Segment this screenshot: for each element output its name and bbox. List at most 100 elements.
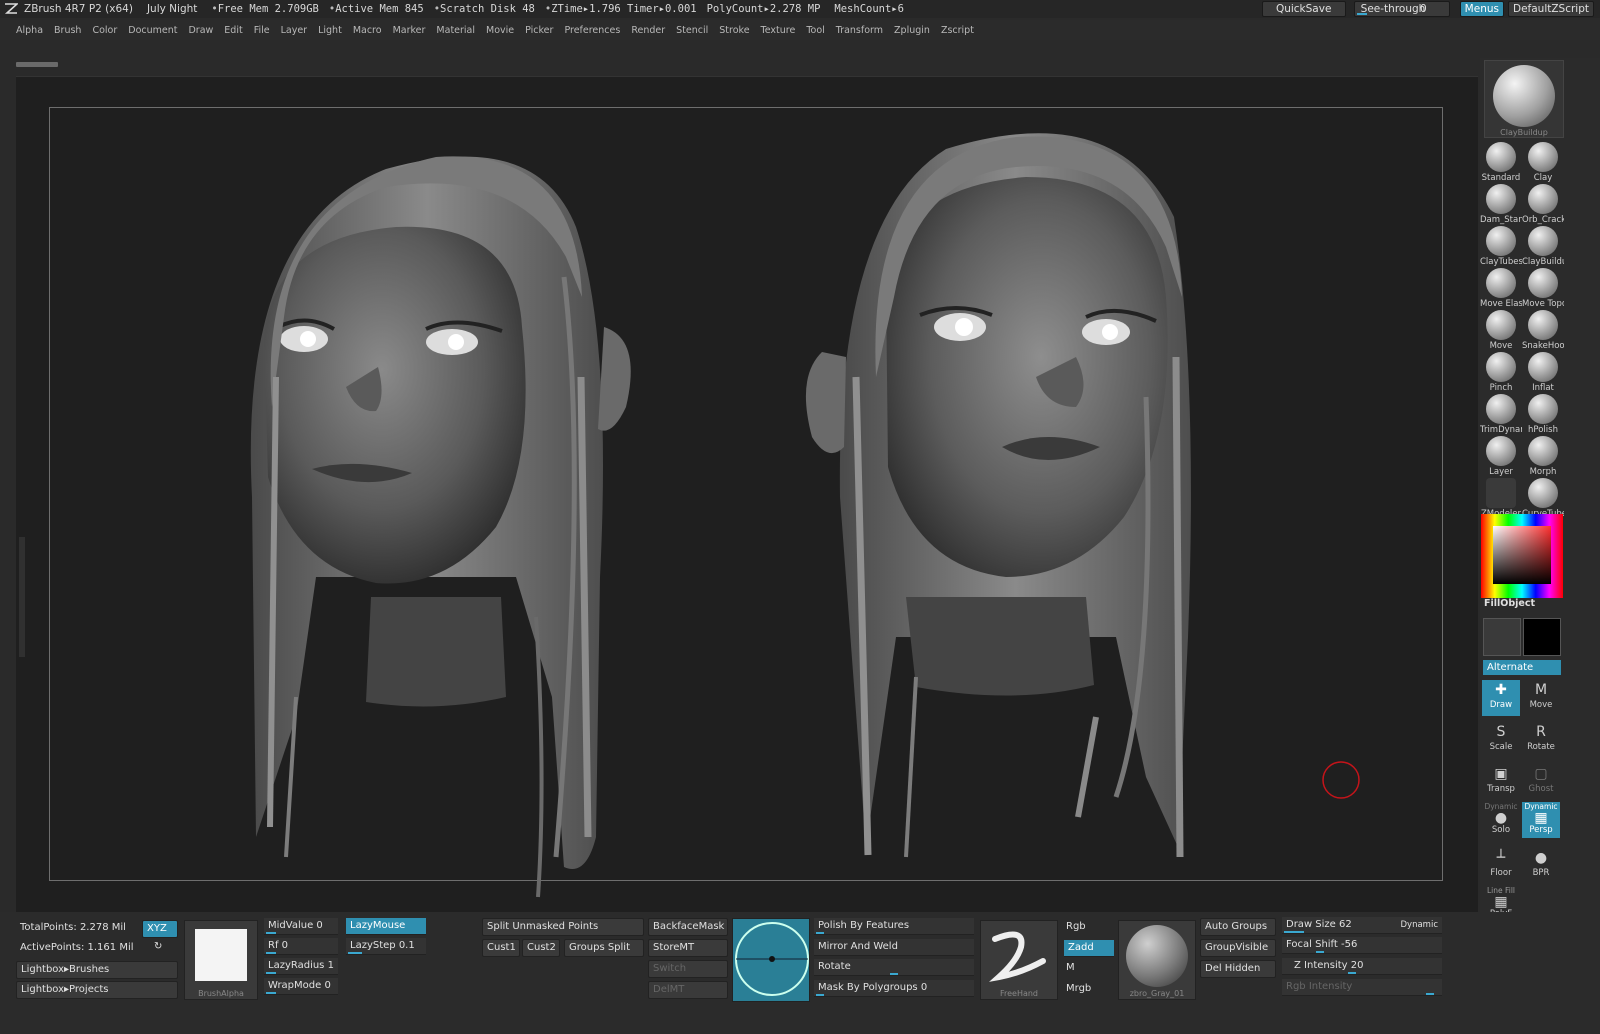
- rotate-tool-button[interactable]: R Rotate: [1522, 722, 1560, 758]
- midvalue-slider[interactable]: MidValue 0: [264, 918, 338, 935]
- menu-document[interactable]: Document: [128, 25, 177, 36]
- del-hidden-button[interactable]: Del Hidden: [1200, 960, 1276, 978]
- menu-color[interactable]: Color: [92, 25, 117, 36]
- switch-button[interactable]: Switch: [648, 960, 728, 978]
- persp-button[interactable]: Dynamic ▦ Persp: [1522, 802, 1560, 838]
- rf-slider[interactable]: Rf 0: [264, 938, 338, 955]
- current-brush-thumbnail[interactable]: ClayBuildup: [1484, 60, 1564, 138]
- menu-picker[interactable]: Picker: [525, 25, 553, 36]
- brush-trim-dynamic[interactable]: TrimDynamic: [1480, 394, 1522, 436]
- mask-by-polygroups-slider[interactable]: Mask By Polygroups 0: [814, 980, 974, 997]
- draw-size-slider[interactable]: Draw Size 62 Dynamic: [1282, 917, 1442, 934]
- see-through-slider[interactable]: See-through 0: [1353, 1, 1450, 17]
- brush-move-topological[interactable]: Move Topological: [1522, 268, 1564, 310]
- color-picker[interactable]: [1481, 514, 1563, 598]
- brush-move[interactable]: Move: [1480, 310, 1522, 352]
- cust1-button[interactable]: Cust1: [482, 939, 520, 957]
- menu-brush[interactable]: Brush: [54, 25, 81, 36]
- brush-standard[interactable]: Standard: [1480, 142, 1522, 184]
- menu-draw[interactable]: Draw: [188, 25, 213, 36]
- lazyradius-slider[interactable]: LazyRadius 1: [264, 958, 338, 975]
- xyz-symmetry-button[interactable]: XYZ: [142, 920, 178, 938]
- color-picker-field[interactable]: [1493, 526, 1551, 584]
- polish-by-features-toggle[interactable]: Polish By Features: [814, 918, 974, 935]
- delmt-button[interactable]: DelMT: [648, 981, 728, 999]
- split-unmasked-points-button[interactable]: Split Unmasked Points: [482, 918, 644, 936]
- m-toggle[interactable]: M: [1066, 962, 1075, 973]
- floor-button[interactable]: ┴ Floor: [1482, 848, 1520, 884]
- default-zscript-button[interactable]: DefaultZScript: [1507, 1, 1594, 17]
- menu-movie[interactable]: Movie: [486, 25, 514, 36]
- brush-clay-buildup[interactable]: ClayBuildup: [1522, 226, 1564, 268]
- brush-morph[interactable]: Morph: [1522, 436, 1564, 478]
- zadd-toggle[interactable]: Zadd: [1064, 940, 1114, 957]
- alternate-button[interactable]: Alternate: [1483, 660, 1561, 675]
- menu-stencil[interactable]: Stencil: [676, 25, 708, 36]
- fill-object-button[interactable]: FillObject: [1484, 598, 1535, 609]
- menu-transform[interactable]: Transform: [836, 25, 883, 36]
- menu-macro[interactable]: Macro: [353, 25, 382, 36]
- rgb-toggle[interactable]: Rgb: [1066, 921, 1086, 932]
- brush-clay-tubes[interactable]: ClayTubes: [1480, 226, 1522, 268]
- menu-material[interactable]: Material: [436, 25, 475, 36]
- rotate-slider[interactable]: Rotate: [814, 959, 974, 976]
- secondary-color-swatch[interactable]: [1523, 618, 1561, 656]
- document-canvas[interactable]: [16, 76, 1478, 912]
- shelf-tab[interactable]: [16, 62, 58, 67]
- brush-dam-standard[interactable]: Dam_Standard: [1480, 184, 1522, 226]
- mrgb-toggle[interactable]: Mrgb: [1066, 983, 1091, 994]
- lightbox-brushes-button[interactable]: Lightbox▸Brushes: [16, 961, 178, 979]
- menu-zplugin[interactable]: Zplugin: [894, 25, 930, 36]
- storemt-button[interactable]: StoreMT: [648, 939, 728, 957]
- menu-edit[interactable]: Edit: [224, 25, 242, 36]
- material-thumbnail[interactable]: zbro_Gray_01: [1118, 920, 1196, 1000]
- brush-snakehook[interactable]: SnakeHook: [1522, 310, 1564, 352]
- gizmo-widget[interactable]: [732, 918, 810, 1002]
- focal-shift-slider[interactable]: Focal Shift -56: [1282, 937, 1442, 954]
- rgb-intensity-slider[interactable]: Rgb Intensity: [1282, 979, 1442, 996]
- cust2-button[interactable]: Cust2: [522, 939, 560, 957]
- dynamic-toggle[interactable]: Dynamic: [1401, 917, 1439, 933]
- menu-alpha[interactable]: Alpha: [16, 25, 43, 36]
- wrapmode-slider[interactable]: WrapMode 0: [264, 978, 338, 995]
- brush-move-elastic[interactable]: Move Elastic: [1480, 268, 1522, 310]
- mirror-and-weld-button[interactable]: Mirror And Weld: [814, 939, 974, 956]
- menu-marker[interactable]: Marker: [393, 25, 426, 36]
- brush-inflat[interactable]: Inflat: [1522, 352, 1564, 394]
- menu-render[interactable]: Render: [631, 25, 665, 36]
- menu-zscript[interactable]: Zscript: [941, 25, 974, 36]
- brush-orb-cracks[interactable]: Orb_Cracks: [1522, 184, 1564, 226]
- brush-alpha-thumbnail[interactable]: BrushAlpha: [184, 920, 258, 1000]
- group-visible-button[interactable]: GroupVisible: [1200, 939, 1276, 957]
- menu-stroke[interactable]: Stroke: [719, 25, 749, 36]
- auto-groups-button[interactable]: Auto Groups: [1200, 918, 1276, 936]
- brush-layer[interactable]: Layer: [1480, 436, 1522, 478]
- lazymouse-toggle[interactable]: LazyMouse: [346, 918, 426, 935]
- bpr-button[interactable]: ● BPR: [1522, 848, 1560, 884]
- menu-tool[interactable]: Tool: [806, 25, 824, 36]
- brush-clay[interactable]: Clay: [1522, 142, 1564, 184]
- solo-button[interactable]: Dynamic ● Solo: [1482, 802, 1520, 838]
- refresh-icon[interactable]: ↻: [154, 941, 162, 952]
- menu-layer[interactable]: Layer: [281, 25, 308, 36]
- stroke-thumbnail[interactable]: FreeHand: [980, 920, 1058, 1000]
- menu-light[interactable]: Light: [318, 25, 342, 36]
- scale-tool-button[interactable]: S Scale: [1482, 722, 1520, 758]
- brush-hpolish[interactable]: hPolish: [1522, 394, 1564, 436]
- transp-button[interactable]: ▣ Transp: [1482, 764, 1520, 800]
- backfacemask-button[interactable]: BackfaceMask: [648, 918, 728, 936]
- quicksave-button[interactable]: QuickSave: [1261, 1, 1346, 17]
- z-intensity-slider[interactable]: Z Intensity 20: [1282, 958, 1442, 975]
- lazystep-slider[interactable]: LazyStep 0.1: [346, 938, 426, 955]
- primary-color-swatch[interactable]: [1483, 618, 1521, 656]
- move-tool-button[interactable]: M Move: [1522, 680, 1560, 716]
- menu-preferences[interactable]: Preferences: [564, 25, 620, 36]
- groups-split-button[interactable]: Groups Split: [564, 939, 644, 957]
- menu-file[interactable]: File: [254, 25, 270, 36]
- ghost-button[interactable]: ▢ Ghost: [1522, 764, 1560, 800]
- draw-tool-button[interactable]: ✚ Draw: [1482, 680, 1520, 716]
- lightbox-projects-button[interactable]: Lightbox▸Projects: [16, 981, 178, 999]
- menus-toggle[interactable]: Menus: [1459, 1, 1504, 17]
- brush-pinch[interactable]: Pinch: [1480, 352, 1522, 394]
- menu-texture[interactable]: Texture: [761, 25, 796, 36]
